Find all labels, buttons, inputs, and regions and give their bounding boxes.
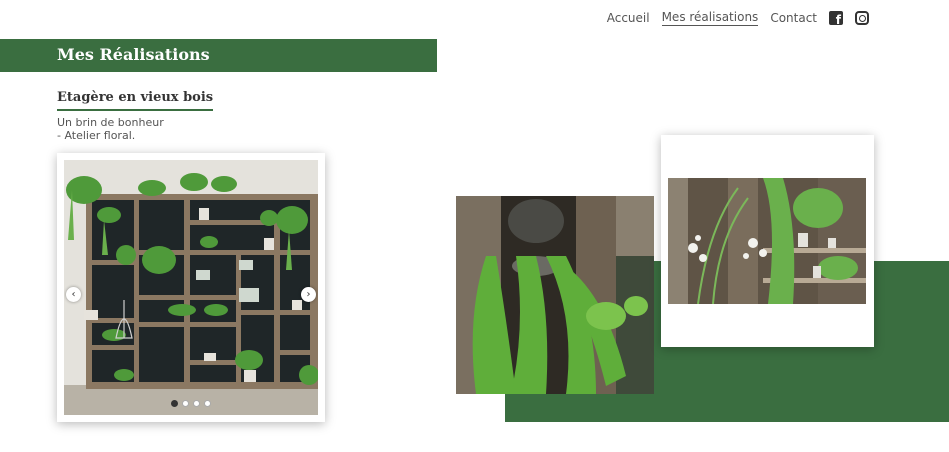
top-nav: Accueil Mes réalisations Contact <box>607 10 869 27</box>
carousel-prev-button[interactable]: ‹ <box>66 287 81 302</box>
shelf-illustration <box>64 160 318 415</box>
carousel-dot-3[interactable] <box>193 400 200 407</box>
description-line-2: - Atelier floral. <box>57 129 136 142</box>
carousel-dot-2[interactable] <box>182 400 189 407</box>
nav-contact[interactable]: Contact <box>770 11 817 25</box>
carousel-card: ‹ › <box>57 153 325 422</box>
flowers-photo <box>668 178 866 304</box>
nav-mes-realisations[interactable]: Mes réalisations <box>661 10 759 26</box>
hanging-plant-photo <box>456 196 654 394</box>
title-band: Mes Réalisations <box>0 39 437 72</box>
page-title: Mes Réalisations <box>57 45 210 64</box>
carousel-dots <box>171 400 211 407</box>
hanging-plant-illustration <box>456 196 654 394</box>
project-title: Etagère en vieux bois <box>57 90 214 111</box>
shelf-photo: ‹ › <box>64 160 318 415</box>
project-description: Un brin de bonheur - Atelier floral. <box>57 116 164 142</box>
flowers-illustration <box>668 178 866 304</box>
facebook-icon[interactable] <box>829 11 843 27</box>
secondary-photo-card <box>661 135 874 347</box>
description-line-1: Un brin de bonheur <box>57 116 164 129</box>
nav-accueil[interactable]: Accueil <box>607 11 650 25</box>
carousel-dot-1[interactable] <box>171 400 178 407</box>
carousel-next-button[interactable]: › <box>301 287 316 302</box>
carousel-dot-4[interactable] <box>204 400 211 407</box>
instagram-icon[interactable] <box>855 11 869 25</box>
